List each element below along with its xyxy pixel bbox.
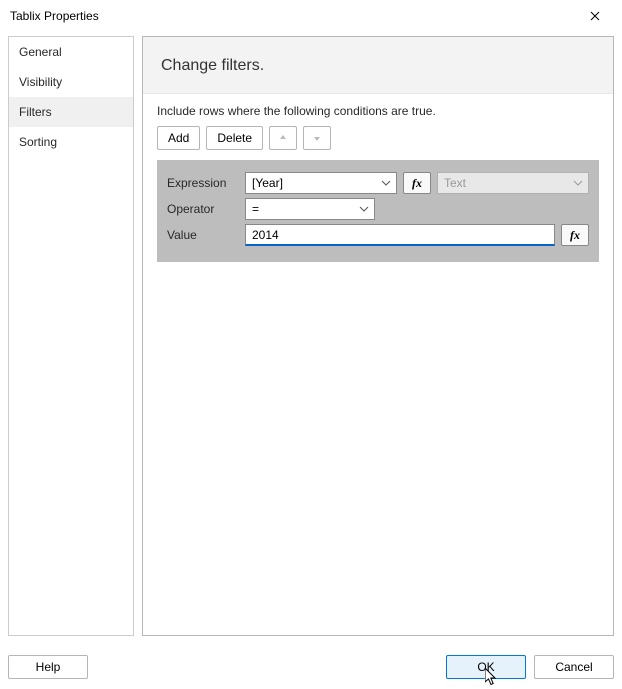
filter-toolbar: Add Delete [157, 126, 599, 150]
add-button[interactable]: Add [157, 126, 200, 150]
cancel-button[interactable]: Cancel [534, 655, 614, 679]
filter-panel: Expression [Year] fx Text Operator = [157, 160, 599, 262]
operator-label: Operator [167, 202, 239, 216]
content-heading: Change filters. [143, 37, 613, 94]
operator-dropdown[interactable]: = [245, 198, 375, 220]
expression-row: Expression [Year] fx Text [167, 172, 589, 194]
close-button[interactable] [574, 2, 616, 30]
dialog-body: General Visibility Filters Sorting Chang… [0, 32, 622, 636]
instruction-text: Include rows where the following conditi… [157, 104, 599, 118]
value-row: Value fx [167, 224, 589, 246]
sidebar-item-filters[interactable]: Filters [9, 97, 133, 127]
type-dropdown[interactable]: Text [437, 172, 589, 194]
chevron-down-icon [572, 177, 584, 189]
delete-button[interactable]: Delete [206, 126, 263, 150]
expression-dropdown[interactable]: [Year] [245, 172, 397, 194]
content-body: Include rows where the following conditi… [143, 94, 613, 272]
sidebar: General Visibility Filters Sorting [8, 36, 134, 636]
move-up-button[interactable] [269, 126, 297, 150]
sidebar-item-general[interactable]: General [9, 37, 133, 67]
expression-label: Expression [167, 176, 239, 190]
operator-row: Operator = [167, 198, 589, 220]
close-icon [590, 11, 600, 21]
window-title: Tablix Properties [10, 9, 99, 23]
sidebar-item-sorting[interactable]: Sorting [9, 127, 133, 157]
expression-fx-button[interactable]: fx [403, 172, 431, 194]
arrow-down-icon [312, 133, 322, 143]
chevron-down-icon [380, 177, 392, 189]
expression-value: [Year] [252, 176, 283, 190]
operator-value: = [252, 202, 259, 216]
value-input[interactable] [245, 224, 555, 246]
chevron-down-icon [358, 203, 370, 215]
move-down-button[interactable] [303, 126, 331, 150]
value-fx-button[interactable]: fx [561, 224, 589, 246]
ok-label: OK [477, 660, 494, 674]
content-panel: Change filters. Include rows where the f… [142, 36, 614, 636]
dialog-footer: Help OK Cancel [0, 645, 622, 689]
sidebar-item-visibility[interactable]: Visibility [9, 67, 133, 97]
ok-button[interactable]: OK [446, 655, 526, 679]
type-value: Text [444, 176, 466, 190]
title-bar: Tablix Properties [0, 0, 622, 32]
help-button[interactable]: Help [8, 655, 88, 679]
value-label: Value [167, 228, 239, 242]
arrow-up-icon [278, 133, 288, 143]
